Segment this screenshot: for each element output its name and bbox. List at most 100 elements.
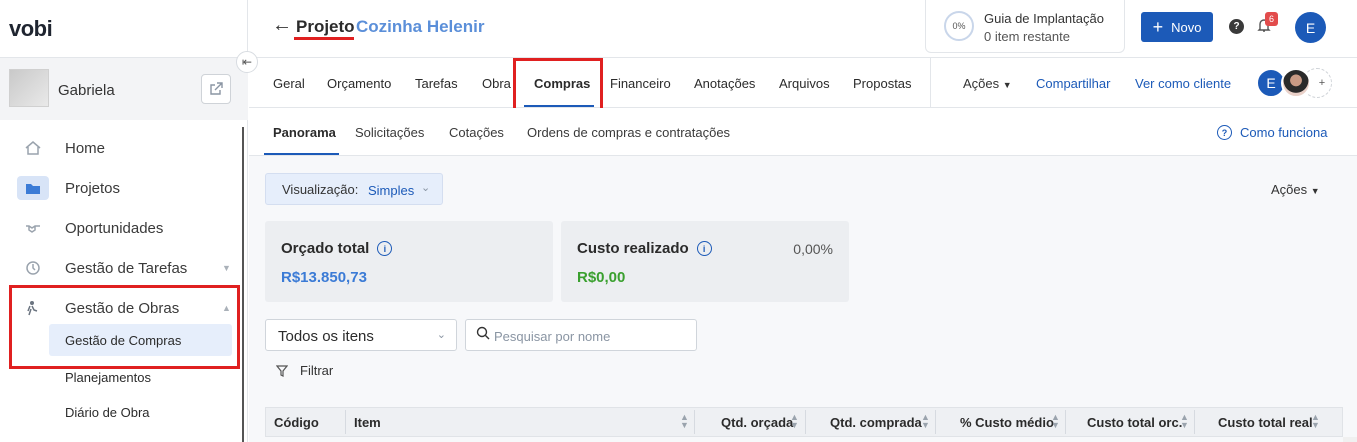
subtab-solicitacoes[interactable]: Solicitações: [355, 125, 424, 140]
info-icon[interactable]: i: [377, 241, 393, 256]
collapse-arrow-icon: ⇤: [241, 55, 253, 69]
tab-financeiro[interactable]: Financeiro: [610, 76, 671, 91]
folder-icon: [17, 176, 49, 200]
column-divider: [935, 410, 936, 434]
user-avatar[interactable]: E: [1295, 12, 1326, 43]
cost-title: Custo realizado: [577, 240, 689, 257]
notification-badge: 6: [1265, 12, 1278, 26]
cost-value: R$0,00: [577, 269, 626, 286]
content-actions-dropdown[interactable]: Ações ▼: [1271, 182, 1320, 197]
actions-label: Ações: [963, 76, 1000, 91]
cost-percent: 0,00%: [793, 241, 833, 257]
company-name: Gabriela: [58, 82, 115, 99]
cost-card: Custo realizado i 0,00% R$0,00: [561, 221, 849, 302]
tab-tarefas[interactable]: Tarefas: [415, 76, 458, 91]
project-prefix: Projeto: [296, 17, 355, 36]
implementation-guide[interactable]: 0% Guia de Implantação 0 item restante: [925, 0, 1125, 53]
sidebar-item-projetos[interactable]: Projetos: [0, 168, 236, 208]
tab-divider: [930, 58, 931, 107]
col-codigo[interactable]: Código: [274, 415, 319, 430]
col-qtd-orcada[interactable]: Qtd. orçada: [721, 415, 793, 430]
guide-progress: 0%: [944, 11, 974, 41]
sort-icon[interactable]: ▲ ▼: [1051, 413, 1060, 430]
vobi-logo[interactable]: vobi: [9, 16, 53, 42]
sort-icon[interactable]: ▲ ▼: [1311, 413, 1320, 430]
sidebar-item-home[interactable]: Home: [0, 128, 236, 168]
sidebar-item-tarefas[interactable]: Gestão de Tarefas ▼: [0, 248, 236, 288]
sidebar-subitem-planejamentos[interactable]: Planejamentos: [65, 370, 151, 385]
member-photo-avatar: [1281, 68, 1311, 98]
sidebar-item-label: Oportunidades: [65, 220, 164, 237]
tab-obra[interactable]: Obra: [482, 76, 511, 91]
help-icon[interactable]: ?: [1229, 19, 1244, 34]
table-scrollbar[interactable]: [1343, 437, 1357, 442]
budget-card: Orçado total i R$13.850,73: [265, 221, 553, 302]
items-filter-value: Todos os itens: [278, 328, 374, 345]
sidebar-scrollbar[interactable]: [242, 127, 244, 442]
new-button[interactable]: + Novo: [1141, 12, 1213, 42]
caret-down-icon: ▼: [1310, 186, 1320, 196]
budget-value: R$13.850,73: [281, 269, 367, 286]
clock-icon: [17, 256, 49, 280]
highlight-box-compras: [513, 58, 603, 112]
home-icon: [17, 136, 49, 160]
view-mode-value: Simples: [368, 183, 415, 198]
sort-icon[interactable]: ▲ ▼: [790, 413, 799, 430]
view-mode-select[interactable]: Visualização: Simples ⌄: [265, 173, 443, 205]
new-button-label: Novo: [1171, 19, 1202, 35]
subtab-panorama[interactable]: Panorama: [273, 125, 336, 140]
tab-geral[interactable]: Geral: [273, 76, 305, 91]
column-divider: [1065, 410, 1066, 434]
subtab-ordens[interactable]: Ordens de compras e contratações: [527, 125, 730, 140]
tab-orcamento[interactable]: Orçamento: [327, 76, 391, 91]
tab-arquivos[interactable]: Arquivos: [779, 76, 830, 91]
info-icon[interactable]: i: [696, 241, 712, 256]
sort-icon[interactable]: ▲ ▼: [921, 413, 930, 430]
actions-label: Ações: [1271, 182, 1308, 197]
collapse-sidebar-button[interactable]: ⇤: [236, 51, 258, 73]
col-qtd-comprada[interactable]: Qtd. comprada: [830, 415, 922, 430]
open-external-button[interactable]: [201, 74, 231, 104]
search-input[interactable]: [494, 326, 689, 346]
external-link-icon: [210, 82, 223, 95]
highlight-box-sidebar: [9, 285, 240, 369]
column-divider: [694, 410, 695, 434]
subtab-cotacoes[interactable]: Cotações: [449, 125, 504, 140]
col-item[interactable]: Item: [354, 415, 381, 430]
col-custo-medio[interactable]: % Custo médio: [960, 415, 1054, 430]
company-logo: [9, 69, 49, 107]
actions-dropdown[interactable]: Ações ▼: [963, 76, 1012, 91]
col-custo-orc[interactable]: Custo total orc.: [1087, 415, 1182, 430]
red-underline-annotation: [294, 37, 354, 40]
filter-icon: [276, 364, 288, 377]
back-arrow-icon[interactable]: ←: [272, 14, 292, 37]
client-view-link[interactable]: Ver como cliente: [1135, 76, 1231, 91]
sidebar-item-label: Projetos: [65, 180, 121, 197]
items-filter-select[interactable]: Todos os itens ⌄: [265, 319, 457, 351]
sidebar-item-oportunidades[interactable]: Oportunidades: [0, 208, 236, 248]
sort-icon[interactable]: ▲ ▼: [680, 413, 689, 430]
company-switcher[interactable]: Gabriela: [0, 58, 248, 120]
column-divider: [345, 410, 346, 434]
how-it-works-link[interactable]: ? Como funciona: [1217, 125, 1327, 140]
tab-anotacoes[interactable]: Anotações: [694, 76, 755, 91]
share-link[interactable]: Compartilhar: [1036, 76, 1110, 91]
search-box: [465, 319, 697, 351]
active-subtab-underline: [264, 153, 339, 155]
view-mode-label: Visualização:: [282, 182, 359, 197]
handshake-icon: [17, 216, 49, 240]
project-name[interactable]: Cozinha Helenir: [356, 17, 484, 37]
col-custo-real[interactable]: Custo total real: [1218, 415, 1313, 430]
question-icon: ?: [1217, 125, 1232, 140]
tab-propostas[interactable]: Propostas: [853, 76, 912, 91]
cost-title-row: Custo realizado i: [577, 240, 712, 257]
chevron-down-icon: ⌄: [421, 182, 431, 194]
chevron-down-icon: ⌄: [436, 329, 446, 341]
search-icon: [476, 326, 490, 343]
sidebar-item-label: Gestão de Tarefas: [65, 260, 188, 277]
sidebar-subitem-diario[interactable]: Diário de Obra: [65, 405, 150, 420]
sort-icon[interactable]: ▲ ▼: [1180, 413, 1189, 430]
filter-button[interactable]: Filtrar: [276, 363, 333, 378]
guide-subtitle: 0 item restante: [984, 29, 1070, 44]
budget-title-row: Orçado total i: [281, 240, 393, 257]
